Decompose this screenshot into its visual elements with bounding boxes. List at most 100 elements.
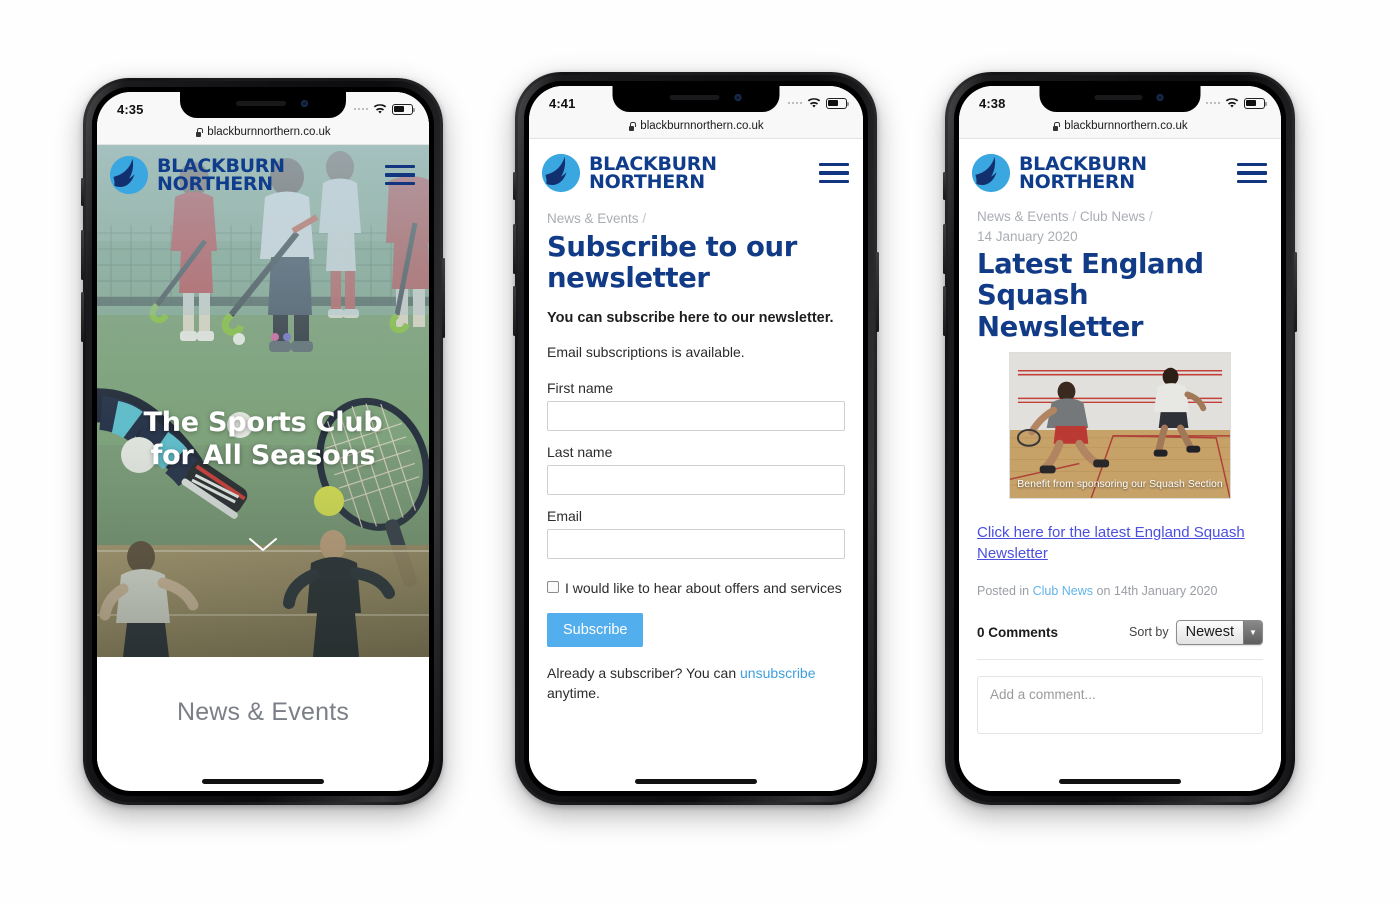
offers-checkbox-row[interactable]: I would like to hear about offers and se…	[547, 578, 845, 599]
chevron-down-icon[interactable]	[248, 537, 278, 558]
offers-checkbox-label: I would like to hear about offers and se…	[565, 580, 842, 597]
wave-logo-icon	[109, 155, 149, 195]
lock-icon	[1052, 121, 1060, 131]
earpiece-speaker	[669, 95, 720, 100]
posted-meta: Posted in Club News on 14th January 2020	[977, 584, 1263, 598]
hero-title: The Sports Club for All Seasons	[97, 407, 429, 473]
wifi-icon	[373, 103, 387, 115]
earpiece-speaker	[1094, 95, 1143, 100]
notch	[612, 86, 780, 112]
hero-banner: BLACKBURN NORTHERN The Sports Club for A…	[97, 145, 429, 657]
last-name-field-group: Last name	[547, 444, 845, 508]
unsubscribe-note-suffix: anytime.	[547, 685, 600, 702]
phone-1: 4:35 blackburnnorthern.co.uk BLACKBURN N…	[81, 78, 445, 805]
sort-select[interactable]: Newest ▼	[1175, 619, 1263, 645]
volume-up-button[interactable]	[81, 230, 84, 280]
browser-url-bar[interactable]: blackburnnorthern.co.uk	[959, 116, 1281, 139]
home-indicator[interactable]	[1059, 779, 1181, 784]
site-logo[interactable]: BLACKBURN NORTHERN	[109, 155, 285, 195]
wifi-icon	[807, 97, 821, 109]
brand-line-2: NORTHERN	[1019, 171, 1135, 193]
sort-select-value: Newest	[1185, 623, 1234, 640]
email-input[interactable]	[547, 529, 845, 560]
offers-checkbox[interactable]	[547, 581, 559, 594]
first-name-label: First name	[547, 380, 614, 397]
first-name-input[interactable]	[547, 401, 845, 432]
site-header: BLACKBURN NORTHERN	[529, 139, 863, 201]
home-indicator[interactable]	[635, 779, 757, 784]
article-page: News & Events / Club News / 14 January 2…	[959, 201, 1281, 791]
section-heading-text: News & Events	[176, 697, 350, 726]
wifi-icon	[1225, 97, 1239, 109]
volume-up-button[interactable]	[513, 224, 516, 274]
first-name-field-group: First name	[547, 380, 845, 444]
hamburger-menu-icon[interactable]	[819, 162, 849, 184]
hamburger-menu-icon[interactable]	[1237, 162, 1267, 184]
site-logo[interactable]: BLACKBURN NORTHERN	[541, 153, 717, 193]
phone-1-screen: 4:35 blackburnnorthern.co.uk BLACKBURN N…	[97, 92, 429, 791]
posted-category-link[interactable]: Club News	[1033, 584, 1093, 598]
newsletter-document-link[interactable]: Click here for the latest England Squash…	[977, 523, 1263, 564]
volume-down-button[interactable]	[513, 286, 516, 336]
breadcrumb-date: 14 January 2020	[977, 228, 1078, 244]
comments-sort-control[interactable]: Sort by Newest ▼	[1129, 619, 1263, 645]
notch	[180, 92, 346, 118]
posted-suffix: on 14th January 2020	[1093, 583, 1218, 598]
status-time: 4:35	[117, 101, 144, 117]
unsubscribe-note: Already a subscriber? You can unsubscrib…	[547, 663, 845, 704]
newsletter-signup-page: News & Events / Subscribe to our newslet…	[529, 201, 863, 791]
power-button[interactable]	[876, 252, 879, 332]
breadcrumb: News & Events /	[547, 209, 845, 229]
lock-icon	[195, 127, 203, 137]
unsubscribe-link[interactable]: unsubscribe	[740, 665, 816, 681]
breadcrumb: News & Events / Club News / 14 January 2…	[977, 207, 1263, 246]
body-paragraph: Email subscriptions is available.	[547, 343, 745, 360]
mute-switch[interactable]	[81, 178, 84, 206]
volume-up-button[interactable]	[943, 224, 946, 274]
hamburger-menu-icon[interactable]	[385, 164, 415, 186]
hero-title-line-2: for All Seasons	[150, 439, 376, 471]
squash-court-players-photo: Benefit from sponsoring our Squash Secti…	[1009, 352, 1231, 500]
front-camera	[1156, 94, 1164, 101]
phone-3-screen: 4:38 blackburnnorthern.co.uk BLACKBURN N…	[959, 86, 1281, 791]
breadcrumb-separator: /	[642, 211, 647, 226]
breadcrumb-separator-1: /	[1072, 209, 1077, 224]
last-name-label: Last name	[547, 444, 613, 461]
breadcrumb-item-news-events[interactable]: News & Events	[977, 209, 1069, 224]
url-text: blackburnnorthern.co.uk	[207, 126, 331, 138]
add-comment-input[interactable]: Add a comment...	[977, 675, 1263, 734]
status-time: 4:38	[979, 95, 1006, 111]
battery-icon	[392, 103, 415, 115]
volume-down-button[interactable]	[943, 286, 946, 336]
front-camera	[734, 94, 742, 101]
power-button[interactable]	[442, 258, 445, 338]
mute-switch[interactable]	[943, 172, 946, 200]
subscribe-button[interactable]: Subscribe	[547, 613, 644, 648]
phone-2-screen: 4:41 blackburnnorthern.co.uk BLACKBURN N…	[529, 86, 863, 791]
comments-count: 0 Comments	[977, 624, 1059, 640]
battery-icon	[826, 97, 849, 109]
lock-icon	[628, 121, 636, 131]
chevron-down-icon[interactable]: ▼	[1243, 620, 1262, 644]
power-button[interactable]	[1294, 252, 1297, 332]
front-camera	[300, 100, 308, 107]
last-name-input[interactable]	[547, 465, 845, 496]
lead-paragraph: You can subscribe here to our newsletter…	[547, 310, 834, 327]
posted-prefix: Posted in	[977, 583, 1033, 598]
page-title: Subscribe to our newsletter	[547, 230, 797, 294]
hero-image	[97, 145, 429, 657]
browser-url-bar[interactable]: blackburnnorthern.co.uk	[97, 122, 429, 145]
earpiece-speaker	[236, 101, 287, 106]
home-indicator[interactable]	[202, 779, 324, 784]
signal-dots-icon	[353, 107, 368, 111]
site-logo[interactable]: BLACKBURN NORTHERN	[971, 153, 1147, 193]
breadcrumb-item-news-events[interactable]: News & Events	[547, 211, 639, 226]
volume-down-button[interactable]	[81, 292, 84, 342]
brand-line-2: NORTHERN	[157, 173, 273, 195]
mute-switch[interactable]	[513, 172, 516, 200]
breadcrumb-item-club-news[interactable]: Club News	[1080, 209, 1145, 224]
site-header: BLACKBURN NORTHERN	[97, 145, 429, 203]
email-label: Email	[547, 508, 583, 525]
wave-logo-icon	[971, 153, 1011, 193]
browser-url-bar[interactable]: blackburnnorthern.co.uk	[529, 116, 863, 139]
